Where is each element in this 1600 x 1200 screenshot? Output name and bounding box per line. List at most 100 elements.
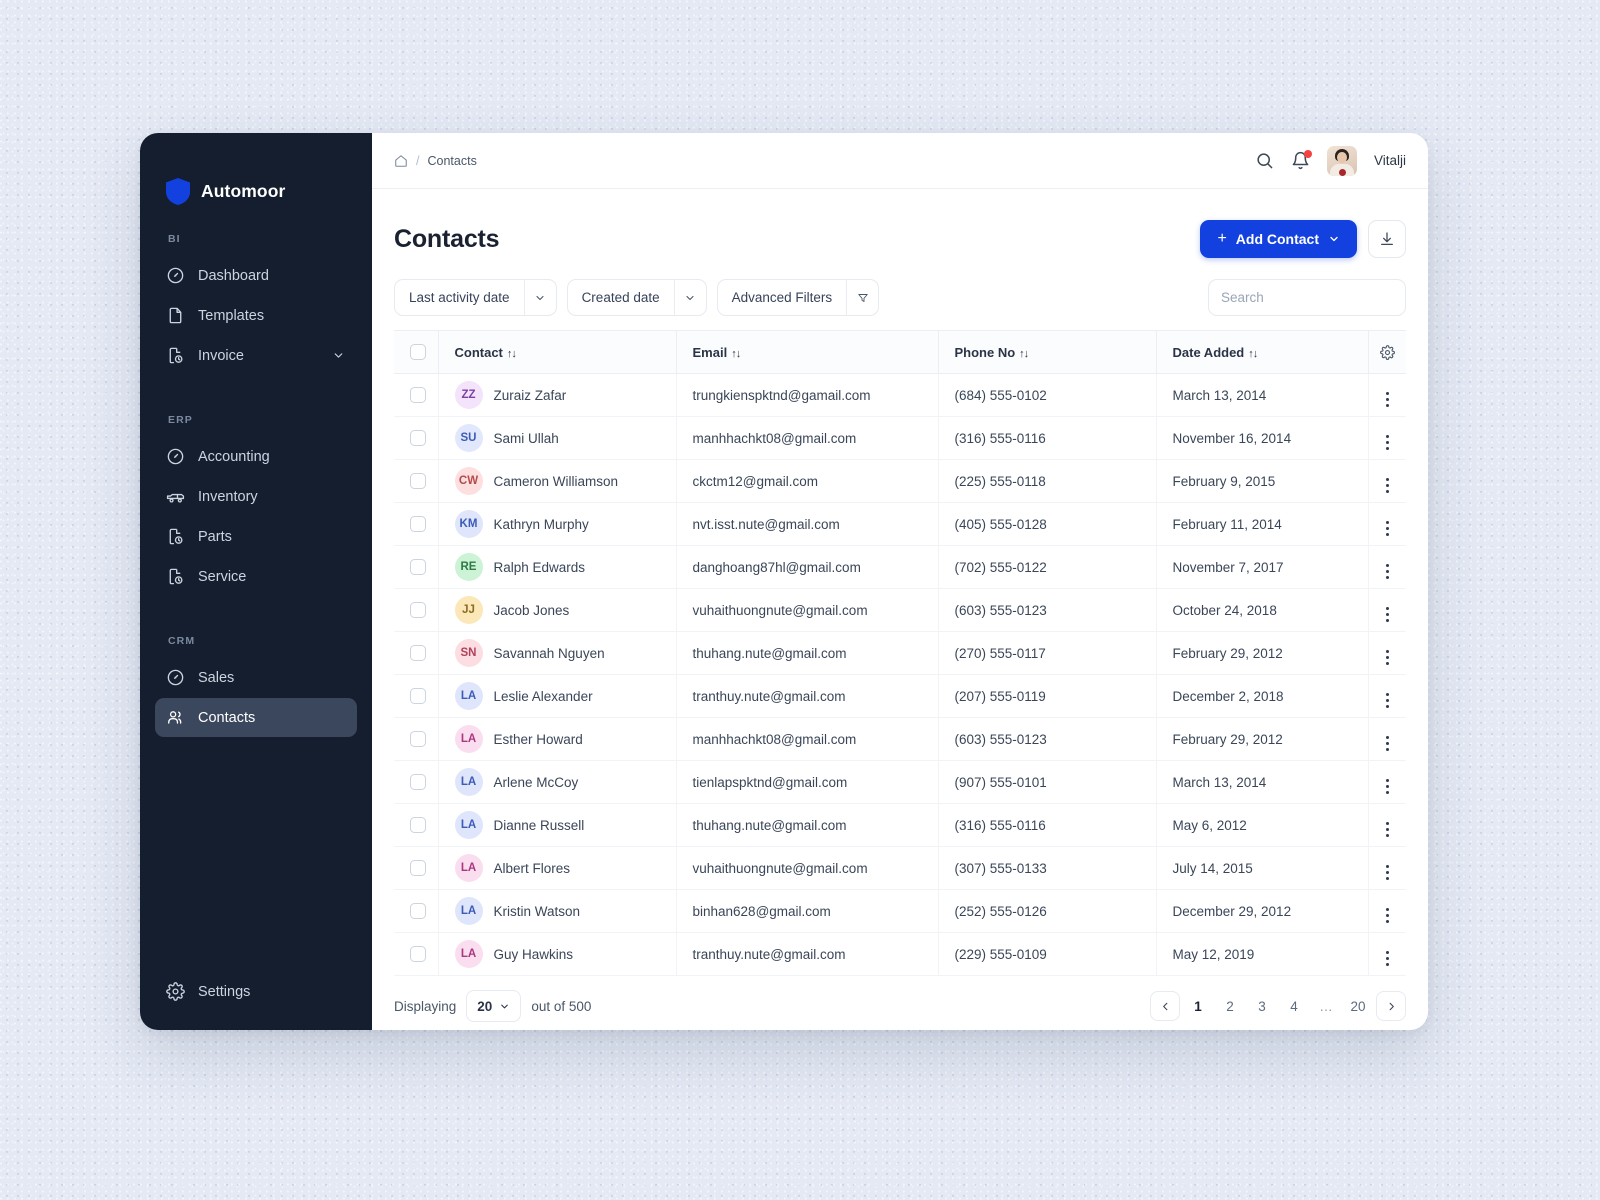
notification-button[interactable] <box>1291 150 1312 170</box>
kebab-menu-icon[interactable] <box>1385 865 1389 880</box>
kebab-menu-icon[interactable] <box>1385 822 1389 837</box>
sort-icon[interactable]: ↑↓ <box>1248 348 1258 360</box>
row-checkbox[interactable] <box>410 602 426 618</box>
user-name[interactable]: Vitalji <box>1374 153 1406 168</box>
table-row[interactable]: LA Leslie Alexander tranthuy.nute@gmail.co… <box>394 674 1406 718</box>
kebab-menu-icon[interactable] <box>1385 521 1389 536</box>
home-icon[interactable] <box>394 154 408 168</box>
row-checkbox[interactable] <box>410 731 426 747</box>
sort-icon[interactable]: ↑↓ <box>1019 348 1029 360</box>
sort-icon[interactable]: ↑↓ <box>731 348 741 360</box>
column-header-email[interactable]: Email ↑↓ <box>675 330 938 374</box>
filter-pill-toggle[interactable] <box>673 280 706 315</box>
kebab-menu-icon[interactable] <box>1385 435 1389 450</box>
funnel-icon[interactable] <box>857 292 869 304</box>
pagination-page-20[interactable]: 20 <box>1344 991 1372 1021</box>
filter-pill-label[interactable]: Advanced Filters <box>718 280 847 315</box>
table-row[interactable]: LA Dianne Russell thuhang.nute@gmail.com (3… <box>394 803 1406 847</box>
table-row[interactable]: LA Albert Flores vuhaithuongnute@gmail.com… <box>394 846 1406 890</box>
filter-pill-toggle[interactable] <box>846 280 878 315</box>
kebab-menu-icon[interactable] <box>1385 564 1389 579</box>
row-checkbox[interactable] <box>410 430 426 446</box>
row-checkbox[interactable] <box>410 387 426 403</box>
table-row[interactable]: JJ Jacob Jones vuhaithuongnute@gmail.com (6… <box>394 588 1406 632</box>
search-icon[interactable] <box>1255 151 1274 170</box>
column-settings-header[interactable] <box>1367 330 1406 374</box>
table-row[interactable]: RE Ralph Edwards danghoang87hl@gmail.com (7… <box>394 545 1406 589</box>
search-box[interactable] <box>1208 279 1406 316</box>
sidebar-item-settings[interactable]: Settings <box>155 972 357 1011</box>
filter-pill-label[interactable]: Last activity date <box>395 280 524 315</box>
pagination-page-2[interactable]: 2 <box>1216 991 1244 1021</box>
contact-name: Jacob Jones <box>493 602 570 618</box>
table-row[interactable]: KM Kathryn Murphy nvt.isst.nute@gmail.com(… <box>394 502 1406 546</box>
chevron-down-icon[interactable] <box>534 292 546 304</box>
pagination-page-4[interactable]: 4 <box>1280 991 1308 1021</box>
pagination-page-3[interactable]: 3 <box>1248 991 1276 1021</box>
kebab-menu-icon[interactable] <box>1385 951 1389 966</box>
table-row[interactable]: LA Esther Howard manhhachkt08@gmail.com (60… <box>394 717 1406 761</box>
filter-pill-label[interactable]: Created date <box>568 280 674 315</box>
row-checkbox[interactable] <box>410 860 426 876</box>
filter-pill-last-activity-date[interactable]: Last activity date <box>394 279 557 316</box>
kebab-menu-icon[interactable] <box>1385 779 1389 794</box>
sidebar-item-service[interactable]: Service <box>155 557 357 596</box>
breadcrumb-current[interactable]: Contacts <box>427 154 476 168</box>
row-checkbox[interactable] <box>410 645 426 661</box>
kebab-menu-icon[interactable] <box>1385 693 1389 708</box>
add-contact-button[interactable]: + Add Contact <box>1200 220 1357 258</box>
select-all-checkbox[interactable] <box>410 344 426 360</box>
sidebar-item-dashboard[interactable]: Dashboard <box>155 256 357 295</box>
pagination-prev[interactable] <box>1150 991 1180 1021</box>
column-header-phone[interactable]: Phone No ↑↓ <box>937 330 1156 374</box>
row-checkbox[interactable] <box>410 559 426 575</box>
sidebar-item-contacts[interactable]: Contacts <box>155 698 357 737</box>
pagination-next[interactable] <box>1376 991 1406 1021</box>
row-checkbox[interactable] <box>410 473 426 489</box>
chevron-down-icon[interactable] <box>684 292 696 304</box>
row-checkbox[interactable] <box>410 903 426 919</box>
filter-pill-created-date[interactable]: Created date <box>566 279 707 316</box>
table-row[interactable]: CW Cameron Williamson ckctm12@gmail.com (22… <box>394 459 1406 503</box>
filter-pill-advanced-filters[interactable]: Advanced Filters <box>716 279 880 316</box>
kebab-menu-icon[interactable] <box>1385 392 1389 407</box>
row-checkbox[interactable] <box>410 516 426 532</box>
row-checkbox[interactable] <box>410 817 426 833</box>
avatar[interactable] <box>1326 145 1357 176</box>
gear-icon[interactable] <box>1379 345 1395 360</box>
table-row[interactable]: SN Savannah Nguyen thuhang.nute@gmail.com(… <box>394 631 1406 675</box>
row-select-cell <box>394 804 438 847</box>
row-checkbox[interactable] <box>410 688 426 704</box>
chevron-down-icon[interactable] <box>332 349 345 362</box>
cell-contact: CW Cameron Williamson <box>437 459 676 503</box>
table-row[interactable]: LA Arlene McCoy tienlapspktnd@gmail.com (90… <box>394 760 1406 804</box>
search-input[interactable] <box>1221 290 1398 305</box>
topbar-actions: Vitalji <box>1255 145 1406 176</box>
table-row[interactable]: ZZ Zuraiz Zafar trungkienspktnd@gamail.com… <box>394 373 1406 417</box>
table-row[interactable]: SU Sami Ullah manhhachkt08@gmail.com (316) … <box>394 416 1406 460</box>
sidebar-item-inventory[interactable]: Inventory <box>155 477 357 516</box>
sidebar-group-crm: CRM Sales Contacts <box>140 635 372 737</box>
export-button[interactable] <box>1368 220 1406 258</box>
filter-pill-toggle[interactable] <box>523 280 556 315</box>
column-header-contact[interactable]: Contact ↑↓ <box>437 330 676 374</box>
row-checkbox[interactable] <box>410 946 426 962</box>
column-header-date-added[interactable]: Date Added ↑↓ <box>1155 330 1368 374</box>
row-checkbox[interactable] <box>410 774 426 790</box>
sidebar-item-accounting[interactable]: Accounting <box>155 437 357 476</box>
kebab-menu-icon[interactable] <box>1385 908 1389 923</box>
kebab-menu-icon[interactable] <box>1385 650 1389 665</box>
pagination-page-1[interactable]: 1 <box>1184 991 1212 1021</box>
brand[interactable]: Automoor <box>140 133 372 219</box>
sidebar-item-templates[interactable]: Templates <box>155 296 357 335</box>
page-size-select[interactable]: 20 <box>466 990 522 1022</box>
kebab-menu-icon[interactable] <box>1385 478 1389 493</box>
sort-icon[interactable]: ↑↓ <box>507 348 517 360</box>
sidebar-item-invoice[interactable]: Invoice <box>155 336 357 375</box>
sidebar-item-sales[interactable]: Sales <box>155 658 357 697</box>
kebab-menu-icon[interactable] <box>1385 607 1389 622</box>
table-row[interactable]: LA Kristin Watson binhan628@gmail.com (252)… <box>394 889 1406 933</box>
kebab-menu-icon[interactable] <box>1385 736 1389 751</box>
sidebar-item-parts[interactable]: Parts <box>155 517 357 556</box>
shield-icon <box>166 177 190 205</box>
